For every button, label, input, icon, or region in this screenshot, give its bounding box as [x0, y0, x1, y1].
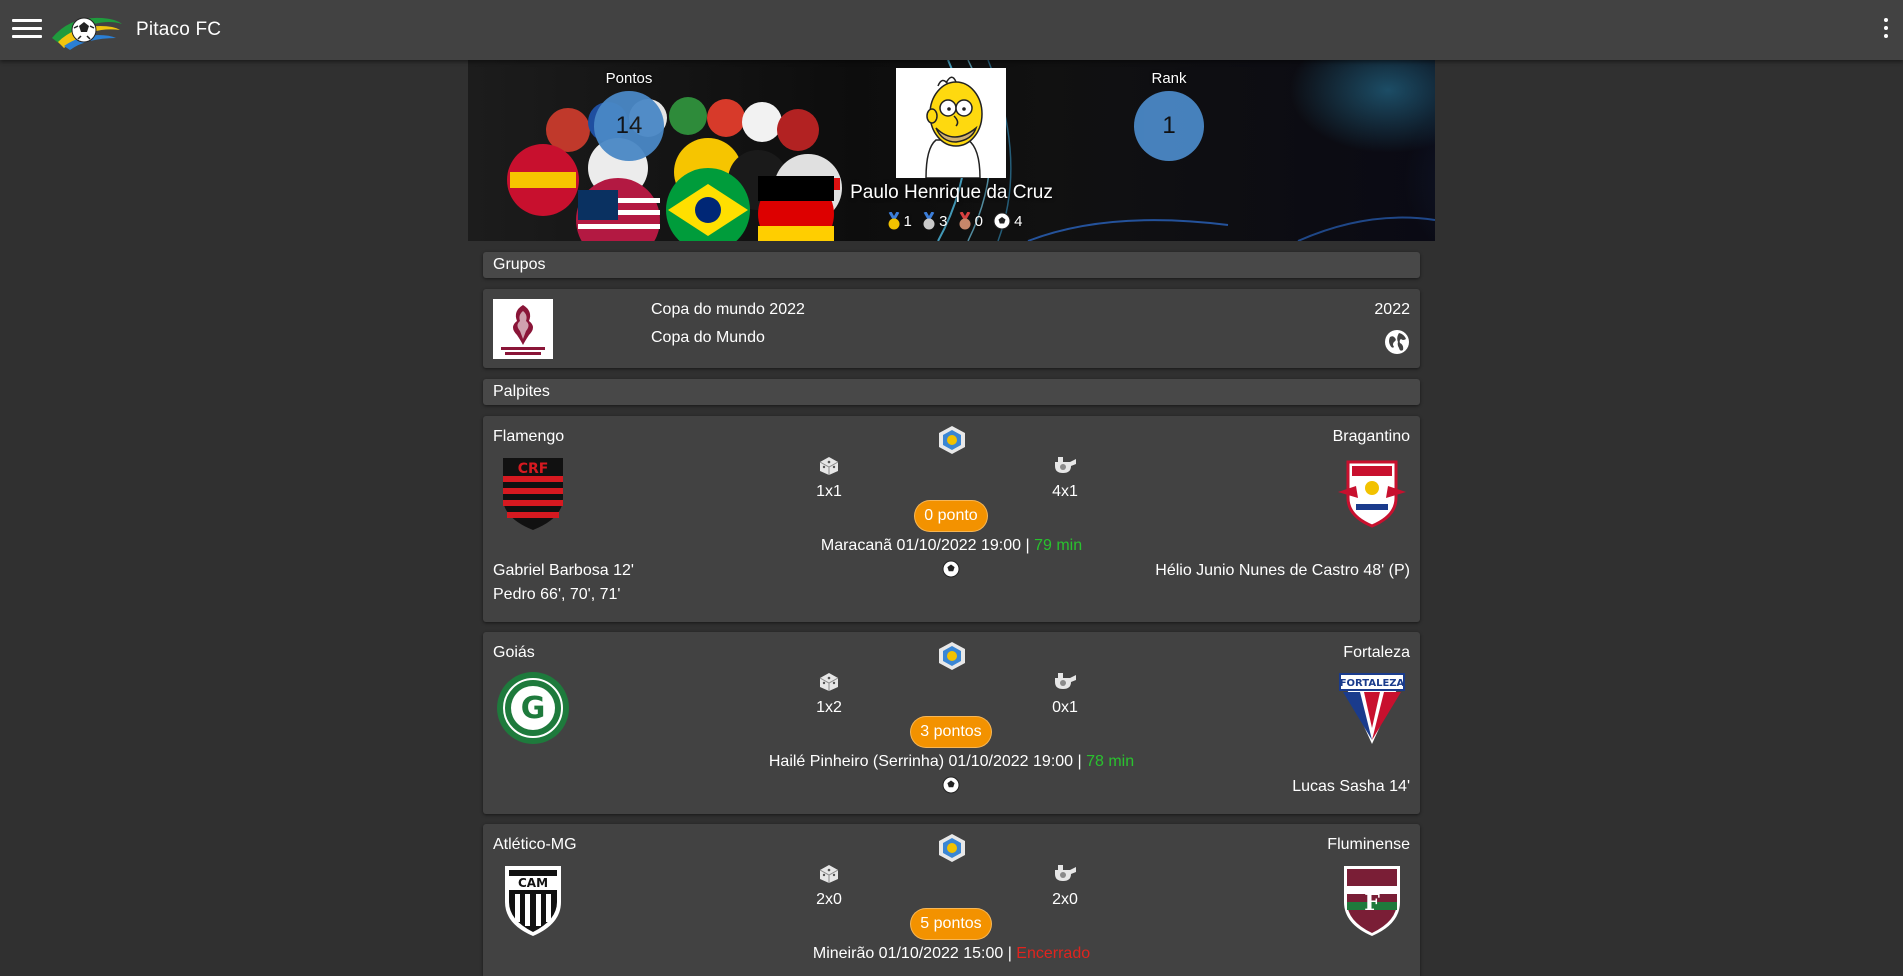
away-team-name: Fluminense [1327, 836, 1410, 853]
points-value: 14 [594, 91, 664, 161]
final-score: 0x1 [1052, 699, 1078, 716]
app-logo [52, 17, 122, 50]
match-venue-line: Mineirão 01/10/2022 15:00 | Encerrado [812, 945, 1091, 962]
whistle-icon [1055, 673, 1076, 689]
whistle-icon [1055, 865, 1076, 881]
world-cup-logo [493, 299, 553, 359]
menu-icon[interactable] [12, 16, 42, 44]
venue-datetime: Hailé Pinheiro (Serrinha) 01/10/2022 19:… [768, 753, 1074, 770]
points-label: Pontos [605, 70, 653, 87]
profile-banner: Pontos 14 Rank 1 Paulo Henrique da Cruz … [468, 60, 1435, 241]
atletico-mg-crest: CAM [505, 866, 561, 936]
scorer-line: Pedro 66', 70', 71' [493, 586, 621, 603]
my-guess: 2x0 [799, 862, 859, 909]
away-team-name: Bragantino [1332, 428, 1410, 445]
scorer-line: Hélio Junio Nunes de Castro 48' (P) [1155, 562, 1410, 579]
away-scorers: Lucas Sasha 14' [1292, 775, 1410, 799]
profile-name: Paulo Henrique da Cruz [850, 182, 1053, 203]
more-vert-icon[interactable] [1881, 18, 1891, 44]
points-badge: 0 ponto [901, 500, 1001, 532]
app-title: Pitaco FC [136, 19, 222, 40]
ball-count: 4 [1014, 212, 1023, 230]
app-bar: Pitaco FC [0, 0, 1903, 60]
my-guess-score: 2x0 [816, 891, 842, 908]
rank-stat: Rank 1 [1109, 70, 1229, 161]
bronze-medal-count: 0 [974, 212, 983, 230]
match-venue-line: Hailé Pinheiro (Serrinha) 01/10/2022 19:… [768, 753, 1135, 770]
medals-row: 1 3 0 4 [768, 212, 1135, 230]
away-team-name: Fortaleza [1343, 644, 1410, 661]
home-scorers: Gabriel Barbosa 12' Pedro 66', 70', 71' [493, 559, 634, 607]
venue-datetime: Maracanã 01/10/2022 19:00 [820, 537, 1022, 554]
bragantino-crest [1338, 460, 1406, 528]
public-globe-icon[interactable] [1384, 329, 1410, 355]
dice-icon [819, 865, 839, 883]
my-guess-score: 1x1 [816, 483, 842, 500]
gold-medal-count: 1 [903, 212, 912, 230]
avatar [896, 68, 1006, 179]
match-card[interactable]: Flamengo Bragantino CRF 1x1 4x1 0 ponto … [483, 416, 1420, 622]
rank-label: Rank [1151, 70, 1187, 87]
points-badge: 5 pontos [901, 908, 1001, 940]
scorer-line: Lucas Sasha 14' [1292, 778, 1410, 795]
svg-text:FORTALEZA: FORTALEZA [1340, 678, 1405, 689]
group-card[interactable]: Copa do mundo 2022 Copa do Mundo 2022 [483, 289, 1420, 368]
my-guess: 1x1 [799, 454, 859, 501]
result-score: 0x1 [1035, 670, 1095, 717]
bronze-medal-icon [959, 212, 971, 230]
rank-value: 1 [1134, 91, 1204, 161]
fortaleza-crest: FORTALEZA [1339, 673, 1405, 744]
match-card[interactable]: Atlético-MG Fluminense CAM F 2x0 2x0 5 p… [483, 824, 1420, 976]
guesses-section-header: Palpites [483, 379, 1420, 405]
match-status: 79 min [1034, 537, 1083, 554]
result-score: 4x1 [1035, 454, 1095, 501]
group-competition: Copa do Mundo [651, 329, 765, 346]
match-card[interactable]: Goiás Fortaleza G FORTALEZA 1x2 0x1 3 po… [483, 632, 1420, 814]
match-venue-line: Maracanã 01/10/2022 19:00 | 79 min [820, 537, 1083, 554]
dice-icon [819, 457, 839, 475]
brasileirao-league-icon [939, 426, 965, 454]
brasileirao-league-icon [939, 834, 965, 862]
soccer-ball-icon [942, 560, 960, 578]
venue-datetime: Mineirão 01/10/2022 15:00 [812, 945, 1004, 962]
match-status: Encerrado [1016, 945, 1091, 962]
soccer-ball-icon [993, 212, 1011, 230]
final-score: 2x0 [1052, 891, 1078, 908]
soccer-ball-icon [942, 776, 960, 794]
svg-text:CRF: CRF [518, 461, 549, 477]
points-badge: 3 pontos [901, 716, 1001, 748]
svg-text:G: G [521, 691, 546, 726]
groups-section-header: Grupos [483, 252, 1420, 278]
svg-text:F: F [1364, 890, 1380, 916]
goias-crest: G [497, 672, 569, 744]
home-team-name: Atlético-MG [493, 836, 577, 853]
group-year: 2022 [1374, 301, 1410, 318]
whistle-icon [1055, 457, 1076, 473]
my-guess: 1x2 [799, 670, 859, 717]
dice-icon [819, 673, 839, 691]
away-scorers: Hélio Junio Nunes de Castro 48' (P) [1155, 559, 1410, 583]
brasileirao-league-icon [939, 642, 965, 670]
silver-medal-icon [923, 212, 935, 230]
my-guess-score: 1x2 [816, 699, 842, 716]
home-team-name: Goiás [493, 644, 535, 661]
gold-medal-icon [888, 212, 900, 230]
home-team-name: Flamengo [493, 428, 565, 445]
match-status: 78 min [1086, 753, 1135, 770]
scorer-line: Gabriel Barbosa 12' [493, 562, 634, 579]
final-score: 4x1 [1052, 483, 1078, 500]
homer-avatar-image [896, 68, 1006, 179]
points-stat: Pontos 14 [569, 70, 689, 161]
silver-medal-count: 3 [939, 212, 948, 230]
result-score: 2x0 [1035, 862, 1095, 909]
group-name: Copa do mundo 2022 [651, 301, 805, 318]
svg-text:CAM: CAM [518, 876, 548, 890]
fluminense-crest: F [1344, 866, 1400, 936]
flamengo-crest: CRF [503, 458, 563, 530]
